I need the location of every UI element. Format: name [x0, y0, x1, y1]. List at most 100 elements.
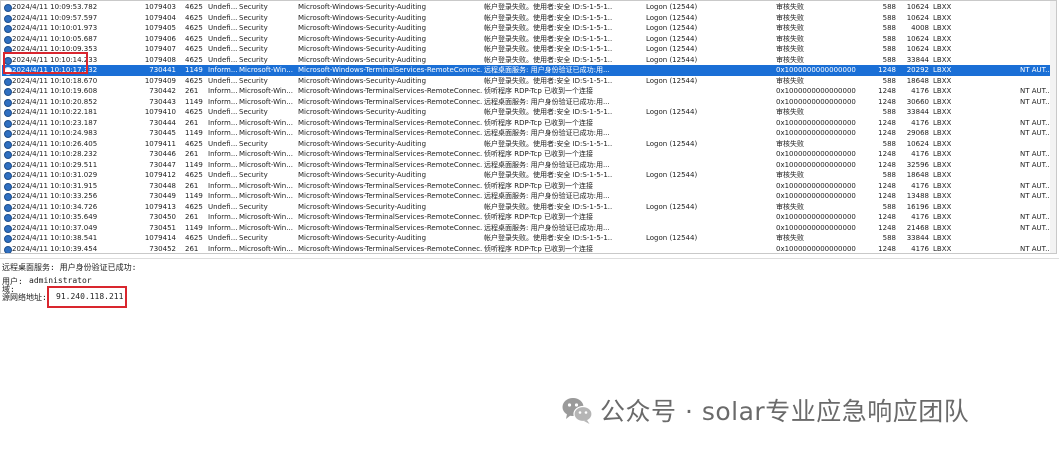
event-provider: Microsoft-Windows-TerminalServices-Remot… — [298, 150, 482, 158]
event-thread-id: 10624 — [906, 3, 929, 11]
table-row[interactable]: 2024/4/11 10:10:38.541 1079414 4625 Undefi.… — [2, 233, 1056, 244]
event-channel: Microsoft-Win... — [239, 160, 293, 169]
event-record-id: 730452 — [149, 244, 176, 253]
table-row[interactable]: 2024/4/11 10:10:23.187 730444 261 Inform...… — [2, 118, 1056, 129]
event-task-category: Logon (12544) — [646, 108, 698, 116]
event-level: Inform... — [208, 192, 238, 200]
event-process-id: 1248 — [878, 223, 896, 232]
event-provider: Microsoft-Windows-TerminalServices-Remot… — [298, 129, 482, 137]
event-record-id: 730447 — [149, 160, 176, 169]
event-time: 2024/4/11 10:10:01.973 — [12, 24, 98, 32]
event-computer: LBXX — [933, 45, 952, 53]
table-row[interactable]: 2024/4/11 10:10:17.332 730441 1149 Inform..… — [2, 65, 1056, 76]
event-process-id: 588 — [882, 234, 896, 242]
event-thread-id: 18648 — [906, 76, 929, 85]
event-id: 1149 — [185, 66, 203, 74]
table-row[interactable]: 2024/4/11 10:10:01.973 1079405 4625 Undefi.… — [2, 23, 1056, 34]
event-id: 261 — [185, 244, 199, 253]
event-process-id: 1248 — [878, 192, 896, 200]
event-level: Undefi... — [208, 202, 238, 211]
event-process-id: 588 — [882, 108, 896, 116]
event-level: Undefi... — [208, 55, 238, 64]
event-id: 4625 — [185, 234, 203, 242]
event-id: 4625 — [185, 3, 203, 11]
table-row[interactable]: 2024/4/11 10:10:37.049 730451 1149 Inform..… — [2, 223, 1056, 234]
event-time: 2024/4/11 10:10:31.029 — [12, 171, 98, 179]
event-channel: Microsoft-Win... — [239, 223, 293, 232]
event-keywords: 0x1000000000000000 — [776, 150, 856, 158]
table-row[interactable]: 2024/4/11 10:10:19.608 730442 261 Inform...… — [2, 86, 1056, 97]
table-row[interactable]: 2024/4/11 10:10:18.670 1079409 4625 Undefi.… — [2, 76, 1056, 87]
event-keywords: 审核失败 — [776, 45, 804, 53]
table-row[interactable]: 2024/4/11 10:10:39.454 730452 261 Inform...… — [2, 244, 1056, 253]
event-record-id: 730443 — [149, 97, 176, 106]
event-list[interactable]: 2024/4/11 10:09:53.782 1079403 4625 Undefi.… — [0, 0, 1057, 254]
table-row[interactable]: 2024/4/11 10:10:35.649 730450 261 Inform...… — [2, 212, 1056, 223]
event-id: 4625 — [185, 13, 203, 22]
event-computer: LBXX — [933, 171, 952, 179]
table-row[interactable]: 2024/4/11 10:10:33.256 730449 1149 Inform..… — [2, 191, 1056, 202]
event-record-id: 730442 — [149, 87, 176, 95]
event-id: 1149 — [185, 160, 203, 169]
event-provider: Microsoft-Windows-Security-Auditing — [298, 234, 427, 242]
event-message: 帐户登录失败。使用者:安全 ID:S-1-5-1... — [484, 45, 612, 53]
event-level: Undefi... — [208, 13, 238, 22]
event-task-category: Logon (12544) — [646, 3, 698, 11]
event-provider: Microsoft-Windows-TerminalServices-Remot… — [298, 213, 482, 221]
event-message: 远程桌面服务: 用户身份验证已成功:用... — [484, 66, 610, 74]
event-keywords: 审核失败 — [776, 139, 804, 148]
event-computer: LBXX — [933, 87, 952, 95]
event-time: 2024/4/11 10:10:33.256 — [12, 192, 98, 200]
event-process-id: 1248 — [878, 213, 896, 221]
event-thread-id: 4008 — [911, 24, 929, 32]
event-record-id: 730451 — [149, 223, 176, 232]
watermark: 公众号 · solar专业应急响应团队 — [560, 393, 969, 427]
event-provider: Microsoft-Windows-TerminalServices-Remot… — [298, 223, 482, 232]
event-message: 远程桌面服务: 用户身份验证已成功:用... — [484, 97, 610, 106]
event-keywords: 0x1000000000000000 — [776, 213, 856, 221]
event-record-id: 1079406 — [144, 34, 176, 43]
event-id: 4625 — [185, 108, 203, 116]
table-row[interactable]: 2024/4/11 10:10:31.915 730448 261 Inform...… — [2, 181, 1056, 192]
event-provider: Microsoft-Windows-Security-Auditing — [298, 55, 427, 64]
table-row[interactable]: 2024/4/11 10:09:57.597 1079404 4625 Undefi.… — [2, 13, 1056, 24]
event-channel: Microsoft-Win... — [239, 118, 293, 127]
event-id: 4625 — [185, 34, 203, 43]
table-row[interactable]: 2024/4/11 10:09:53.782 1079403 4625 Undefi.… — [2, 2, 1056, 13]
table-row[interactable]: 2024/4/11 10:10:09.353 1079407 4625 Undefi.… — [2, 44, 1056, 55]
table-row[interactable]: 2024/4/11 10:10:29.511 730447 1149 Inform..… — [2, 160, 1056, 171]
event-computer: LBXX — [933, 3, 952, 11]
event-computer: LBXX — [933, 13, 952, 22]
table-row[interactable]: 2024/4/11 10:10:05.687 1079406 4625 Undefi.… — [2, 34, 1056, 45]
event-channel: Security — [239, 13, 268, 22]
event-channel: Microsoft-Win... — [239, 87, 293, 95]
event-provider: Microsoft-Windows-Security-Auditing — [298, 34, 427, 43]
table-row[interactable]: 2024/4/11 10:10:14.233 1079408 4625 Undefi.… — [2, 55, 1056, 66]
event-time: 2024/4/11 10:09:53.782 — [12, 3, 98, 11]
event-process-id: 588 — [882, 13, 896, 22]
event-time: 2024/4/11 10:10:23.187 — [12, 118, 98, 127]
event-message: 帐户登录失败。使用者:安全 ID:S-1-5-1... — [484, 234, 612, 242]
event-process-id: 588 — [882, 171, 896, 179]
event-keywords: 审核失败 — [776, 3, 804, 11]
table-row[interactable]: 2024/4/11 10:10:31.029 1079412 4625 Undefi.… — [2, 170, 1056, 181]
event-channel: Security — [239, 45, 268, 53]
table-row[interactable]: 2024/4/11 10:10:24.983 730445 1149 Inform..… — [2, 128, 1056, 139]
event-computer: LBXX — [933, 244, 952, 253]
event-record-id: 730448 — [149, 181, 176, 190]
event-list-scrollbar[interactable] — [1050, 1, 1056, 253]
event-thread-id: 16196 — [906, 202, 929, 211]
event-message: 远程桌面服务: 用户身份验证已成功:用... — [484, 192, 610, 200]
table-row[interactable]: 2024/4/11 10:10:26.405 1079411 4625 Undefi.… — [2, 139, 1056, 150]
event-level: Inform... — [208, 150, 238, 158]
event-record-id: 730444 — [149, 118, 176, 127]
table-row[interactable]: 2024/4/11 10:10:22.181 1079410 4625 Undefi.… — [2, 107, 1056, 118]
event-provider: Microsoft-Windows-Security-Auditing — [298, 108, 427, 116]
event-thread-id: 10624 — [906, 34, 929, 43]
table-row[interactable]: 2024/4/11 10:10:28.232 730446 261 Inform...… — [2, 149, 1056, 160]
table-row[interactable]: 2024/4/11 10:10:20.852 730443 1149 Inform..… — [2, 97, 1056, 108]
event-process-id: 1248 — [878, 150, 896, 158]
event-thread-id: 32596 — [906, 160, 929, 169]
event-keywords: 0x1000000000000000 — [776, 181, 856, 190]
table-row[interactable]: 2024/4/11 10:10:34.726 1079413 4625 Undefi.… — [2, 202, 1056, 213]
